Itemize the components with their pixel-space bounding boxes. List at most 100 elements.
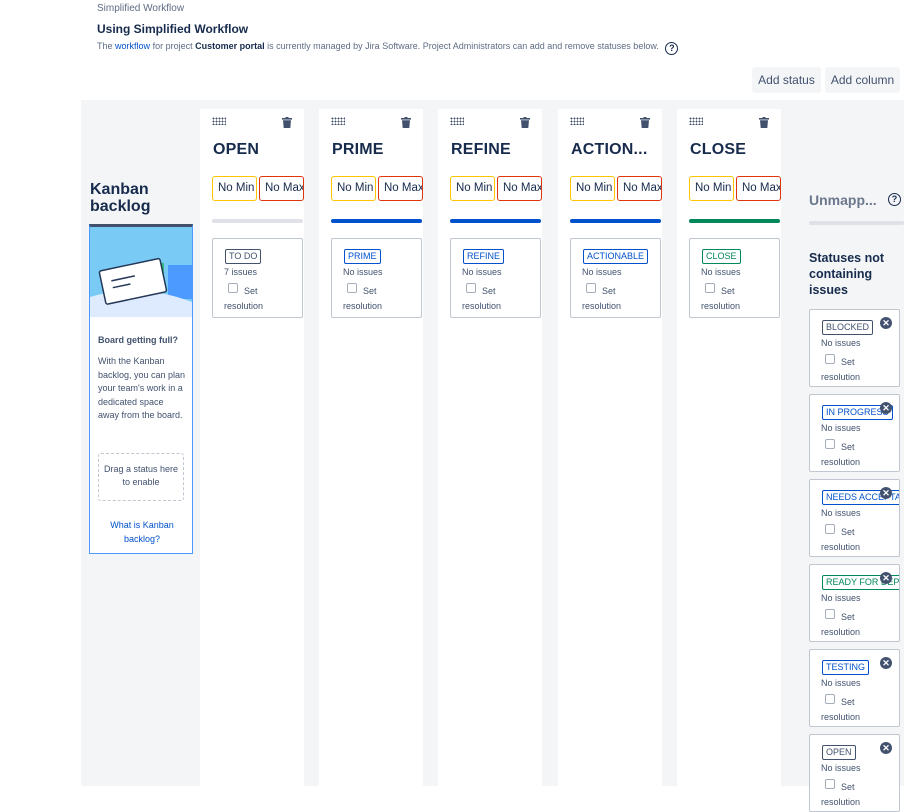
status-lozenge: REFINE — [463, 249, 505, 264]
column-max-input[interactable]: No Max — [617, 176, 662, 201]
set-resolution-label: Set resolution — [821, 527, 861, 552]
column-color-bar — [570, 219, 661, 223]
trash-icon[interactable] — [759, 117, 769, 128]
trash-icon[interactable] — [520, 117, 530, 128]
column-color-bar — [689, 219, 780, 223]
column-name[interactable]: ACTION... — [571, 141, 647, 159]
issue-count: 7 issues — [224, 267, 258, 277]
column-min-input[interactable]: No Min — [331, 176, 376, 201]
issue-count: No issues — [821, 508, 861, 518]
board-column[interactable]: OPEN No Min No Max TO DO 7 issues Set re… — [200, 109, 304, 786]
set-resolution-label: Set resolution — [821, 442, 861, 467]
issue-count: No issues — [821, 338, 861, 348]
remove-status-icon[interactable]: ✕ — [880, 402, 892, 414]
unmapped-bar — [809, 221, 904, 225]
remove-status-icon[interactable]: ✕ — [880, 572, 892, 584]
remove-status-icon[interactable]: ✕ — [880, 657, 892, 669]
status-lozenge: TESTING — [822, 660, 870, 675]
column-color-bar — [450, 219, 541, 223]
column-min-input[interactable]: No Min — [570, 176, 615, 201]
trash-icon[interactable] — [282, 117, 292, 128]
set-resolution-label: Set resolution — [821, 357, 861, 382]
column-color-bar — [331, 219, 422, 223]
desc-text: is currently managed by Jira Software. P… — [267, 41, 659, 51]
project-name: Customer portal — [195, 41, 265, 51]
issue-count: No issues — [701, 267, 741, 277]
status-lozenge: PRIME — [344, 249, 381, 264]
column-min-input[interactable]: No Min — [450, 176, 495, 201]
board-illustration-icon — [90, 227, 192, 317]
column-max-input[interactable]: No Max — [378, 176, 423, 201]
status-lozenge: CLOSE — [702, 249, 741, 264]
board-column[interactable]: PRIME No Min No Max PRIME No issues Set … — [319, 109, 423, 786]
status-lozenge: TO DO — [225, 249, 262, 264]
set-resolution-label: Set resolution — [462, 286, 502, 311]
add-status-button[interactable]: Add status — [752, 67, 821, 93]
status-lozenge: ACTIONABLE — [583, 249, 649, 264]
remove-status-icon[interactable]: ✕ — [880, 317, 892, 329]
status-card[interactable]: TO DO 7 issues Set resolution — [212, 238, 303, 318]
issue-count: No issues — [821, 763, 861, 773]
kanban-backlog-link[interactable]: What is Kanban backlog? — [98, 519, 186, 546]
column-name[interactable]: CLOSE — [690, 141, 746, 159]
workflow-link[interactable]: workflow — [115, 41, 150, 51]
unmapped-status-card[interactable]: IN PROGRESS ✕ No issues Set resolution — [809, 394, 900, 472]
drag-handle-icon[interactable] — [331, 117, 345, 125]
page-title: Using Simplified Workflow — [97, 22, 249, 36]
column-min-input[interactable]: No Min — [689, 176, 734, 201]
backlog-heading: Board getting full? — [98, 335, 178, 345]
question-circle-icon[interactable]: ? — [888, 193, 901, 206]
remove-status-icon[interactable]: ✕ — [880, 487, 892, 499]
question-circle-icon[interactable]: ? — [665, 42, 679, 55]
column-max-input[interactable]: No Max — [259, 176, 304, 201]
column-max-input[interactable]: No Max — [497, 176, 542, 201]
status-card[interactable]: REFINE No issues Set resolution — [450, 238, 541, 318]
column-min-input[interactable]: No Min — [212, 176, 257, 201]
kanban-backlog-card: Board getting full? With the Kanban back… — [89, 224, 193, 554]
remove-status-icon[interactable]: ✕ — [880, 742, 892, 754]
drag-handle-icon[interactable] — [570, 117, 584, 125]
set-resolution-label: Set resolution — [343, 286, 383, 311]
status-card[interactable]: CLOSE No issues Set resolution — [689, 238, 780, 318]
backlog-description: With the Kanban backlog, you can plan yo… — [98, 356, 186, 420]
board-column[interactable]: CLOSE No Min No Max CLOSE No issues Set … — [677, 109, 781, 786]
unmapped-status-card[interactable]: READY FOR DEPLOYMENT ✕ No issues Set res… — [809, 564, 900, 642]
drag-handle-icon[interactable] — [689, 117, 703, 125]
backlog-dropzone[interactable]: Drag a status here to enable — [98, 453, 184, 501]
board-column[interactable]: REFINE No Min No Max REFINE No issues Se… — [438, 109, 542, 786]
unmapped-status-card[interactable]: OPEN ✕ No issues Set resolution — [809, 734, 900, 812]
status-card[interactable]: PRIME No issues Set resolution — [331, 238, 422, 318]
status-card[interactable]: ACTIONABLE No issues Set resolution — [570, 238, 661, 318]
issue-count: No issues — [821, 423, 861, 433]
column-max-input[interactable]: No Max — [736, 176, 781, 201]
issue-count: No issues — [462, 267, 502, 277]
drag-handle-icon[interactable] — [212, 117, 226, 125]
column-name[interactable]: REFINE — [451, 141, 511, 159]
status-lozenge: OPEN — [822, 745, 856, 760]
issue-count: No issues — [343, 267, 383, 277]
column-name[interactable]: PRIME — [332, 141, 384, 159]
set-resolution-label: Set resolution — [821, 697, 861, 722]
unmapped-title: Unmapp... — [809, 192, 877, 208]
set-resolution-label: Set resolution — [582, 286, 622, 311]
trash-icon[interactable] — [401, 117, 411, 128]
workflow-description: The workflow for project Customer portal… — [97, 41, 679, 55]
issue-count: No issues — [582, 267, 622, 277]
board-column[interactable]: ACTION... No Min No Max ACTIONABLE No is… — [558, 109, 662, 786]
unmapped-status-card[interactable]: BLOCKED ✕ No issues Set resolution — [809, 309, 900, 387]
drag-handle-icon[interactable] — [450, 117, 464, 125]
issue-count: No issues — [821, 678, 861, 688]
column-color-bar — [212, 219, 303, 223]
trash-icon[interactable] — [640, 117, 650, 128]
column-name[interactable]: OPEN — [213, 141, 259, 159]
unmapped-status-card[interactable]: NEEDS ACCEPTANCE ✕ No issues Set resolut… — [809, 479, 900, 557]
header: Simplified Workflow Using Simplified Wor… — [97, 3, 248, 36]
desc-text: for project — [152, 41, 193, 51]
set-resolution-label: Set resolution — [821, 782, 861, 807]
unmapped-status-card[interactable]: TESTING ✕ No issues Set resolution — [809, 649, 900, 727]
desc-text: The — [97, 41, 113, 51]
set-resolution-label: Set resolution — [821, 612, 861, 637]
unmapped-subtitle: Statuses not containing issues — [809, 251, 885, 297]
set-resolution-label: Set resolution — [224, 286, 264, 311]
add-column-button[interactable]: Add column — [825, 67, 900, 93]
